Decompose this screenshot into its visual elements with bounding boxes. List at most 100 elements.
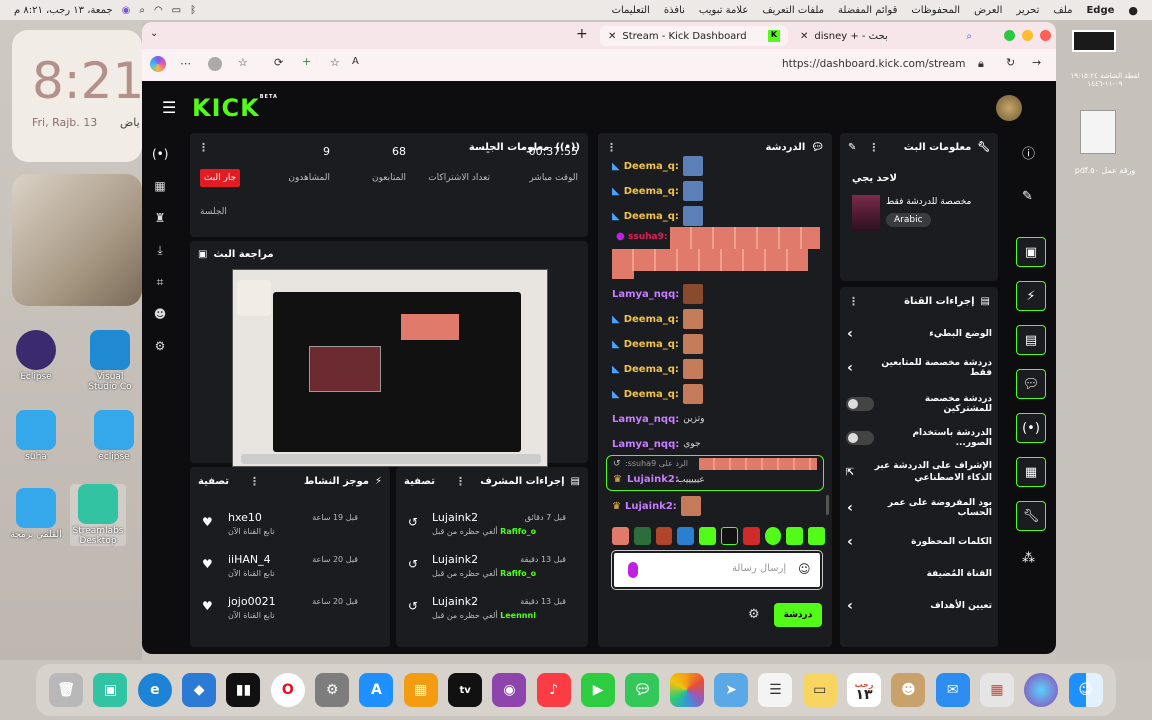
setting-slow-mode[interactable]: الوضع البطيء › [840, 319, 1000, 349]
setting-subscribers-only[interactable]: دردشة مخصصة للمشتركين [840, 389, 1000, 419]
category-thumbnail[interactable] [852, 195, 880, 231]
chat-message[interactable]: Lamya_nqq: وتزين [612, 408, 704, 430]
emoji-icon[interactable]: ☺ [798, 562, 811, 576]
quick-emote[interactable] [655, 527, 673, 545]
battery-icon[interactable]: ▭ [172, 5, 181, 16]
edit-pencil-icon[interactable]: ✎ [848, 142, 856, 153]
panel-menu-icon[interactable]: ⋮ [249, 475, 260, 488]
desktop-folder-programming[interactable]: القلمي برمجة [8, 488, 64, 540]
community-icon[interactable]: ☻ [152, 307, 168, 321]
panel-menu-icon[interactable]: ⋮ [848, 295, 859, 308]
chat-message[interactable]: ◣ Deema_q: [612, 308, 703, 330]
chat-message[interactable]: ♛ Lujaink2: [612, 495, 701, 517]
chat-message-emote-spam[interactable]: ● ssuha9: [612, 227, 826, 279]
window-close-button[interactable] [1040, 30, 1051, 41]
panel-menu-icon[interactable]: ⋮ [868, 141, 879, 154]
quick-emote[interactable] [699, 527, 716, 545]
capcut-icon[interactable]: ▮▮ [226, 673, 261, 707]
analytics-icon[interactable]: ▦ [152, 179, 168, 193]
chat-scrollbar[interactable] [826, 495, 829, 515]
upload-icon[interactable]: ⤓ [152, 243, 168, 258]
stream-icon[interactable]: (•) [152, 147, 168, 161]
mod-action-item[interactable]: Lujaink2 Rafifo_o ألغي حظره من قبل قبل 7 د… [396, 511, 578, 551]
filter-button[interactable]: تصفية [404, 476, 435, 487]
siri-icon[interactable] [1024, 673, 1059, 707]
setting-emote-only[interactable]: الدردشة باستخدام الصور... [840, 423, 1000, 453]
bluetooth-icon[interactable]: ᛒ [190, 5, 196, 16]
desktop-icon-eclipse[interactable]: Eclipse [12, 330, 60, 382]
window-zoom-button[interactable] [1004, 30, 1015, 41]
quick-emote[interactable] [612, 527, 629, 545]
menubar-clock[interactable]: جمعة، ١٣ رجب، ٨:٢١ م [14, 5, 113, 16]
more-icon[interactable]: ⋯ [180, 57, 191, 70]
quick-action-raid[interactable]: ⚡︎ [1016, 281, 1046, 311]
profile-icon[interactable] [208, 57, 222, 71]
chat-settings-icon[interactable]: ⚙ [748, 607, 760, 622]
window-minimize-button[interactable] [1022, 30, 1033, 41]
toggle-switch[interactable] [846, 431, 874, 445]
cat-photo-widget[interactable] [12, 174, 142, 306]
setting-banned-words[interactable]: الكلمات المحظورة › [840, 527, 1000, 557]
music-icon[interactable]: ♪ [536, 673, 571, 707]
menubar-app-name[interactable]: Edge [1086, 5, 1114, 16]
books-icon[interactable]: ▦ [403, 673, 438, 707]
menubar-item[interactable]: نافذة [664, 5, 685, 16]
wifi-icon[interactable]: ◠ [154, 5, 163, 16]
desktop-icon-streamlabs[interactable]: Streamlabs Desktop [70, 484, 126, 546]
menubar-item[interactable]: تحرير [1016, 5, 1039, 16]
read-aloud-icon[interactable]: A [352, 56, 359, 67]
trash-icon[interactable]: 🗑︎ [49, 673, 84, 707]
quick-action-tools[interactable]: 🔧︎ [1016, 501, 1046, 531]
menubar-item[interactable]: التعليمات [612, 5, 650, 16]
lock-icon[interactable]: 🔒︎ [978, 57, 984, 71]
chat-message[interactable]: ◣ Deema_q: [612, 333, 703, 355]
menubar-item[interactable]: قوائم المفضلة [838, 5, 897, 16]
panel-menu-icon[interactable]: ⋮ [455, 475, 466, 488]
app-store-icon[interactable]: A [359, 673, 394, 707]
copilot-icon[interactable]: ◉ [122, 5, 131, 16]
quick-action-broadcast[interactable]: (•) [1016, 413, 1046, 443]
quick-emote[interactable] [786, 527, 804, 545]
opera-icon[interactable]: O [270, 673, 305, 707]
panel-menu-icon[interactable]: ⋮ [606, 141, 617, 154]
menubar-item[interactable]: العرض [974, 5, 1002, 16]
finder-icon[interactable]: ☺ [1068, 673, 1103, 707]
clock-widget[interactable]: 8:21 Fri, Rajb. 13 ياض [12, 30, 144, 162]
quick-action-layout[interactable]: ▦ [1016, 457, 1046, 487]
chat-message[interactable]: ◣ Deema_q: [612, 383, 703, 405]
desktop-folder-suha[interactable]: suha [12, 410, 60, 462]
contacts-icon[interactable]: ☻ [891, 673, 926, 707]
calendar-icon[interactable]: رجب ١٣ [847, 673, 882, 707]
forward-icon[interactable]: → [1032, 56, 1041, 69]
desktop-icon-vscode[interactable]: Visual Studio Co [82, 330, 138, 392]
collections-icon[interactable]: ☆ [238, 56, 248, 69]
menubar-item[interactable]: المحفوظات [911, 5, 960, 16]
edge-icon[interactable]: e [137, 673, 172, 707]
stream-category[interactable]: مخصصة للدردشة فقط [886, 197, 971, 207]
quick-emote[interactable] [764, 527, 782, 545]
launchpad-icon[interactable]: ▦ [980, 673, 1015, 707]
messages-icon[interactable]: 💬︎ [625, 673, 660, 707]
reminders-icon[interactable]: ☰ [758, 673, 793, 707]
user-avatar[interactable] [996, 95, 1022, 121]
quick-emote[interactable] [808, 527, 825, 545]
chat-message[interactable]: ◣ Deema_q: [612, 180, 703, 202]
quick-emote[interactable] [677, 527, 695, 545]
notes-icon[interactable]: ▭ [802, 673, 837, 707]
podcasts-icon[interactable]: ◉ [492, 673, 527, 707]
stream-preview-video[interactable] [232, 269, 548, 467]
desktop-icon-file[interactable] [1080, 110, 1116, 154]
apple-tv-icon[interactable]: tv [448, 673, 483, 707]
panel-menu-icon[interactable]: ⋮ [198, 141, 209, 154]
chat-message[interactable]: ◣ Deema_q: [612, 205, 703, 227]
quick-action-chat[interactable]: 💬︎ [1016, 369, 1046, 399]
quick-emote[interactable] [633, 527, 651, 545]
apple-icon[interactable]: ● [1128, 4, 1138, 17]
hamburger-menu-icon[interactable]: ☰ [162, 98, 176, 117]
chat-message[interactable]: ◣ Deema_q: [612, 358, 703, 380]
menubar-item[interactable]: علامة تبويب [699, 5, 748, 16]
quick-action-clip[interactable]: ▣ [1016, 237, 1046, 267]
search-icon[interactable]: ⌕ [139, 5, 145, 16]
quick-action-notes[interactable]: ▤ [1016, 325, 1046, 355]
voice-mic-icon[interactable] [628, 562, 638, 578]
